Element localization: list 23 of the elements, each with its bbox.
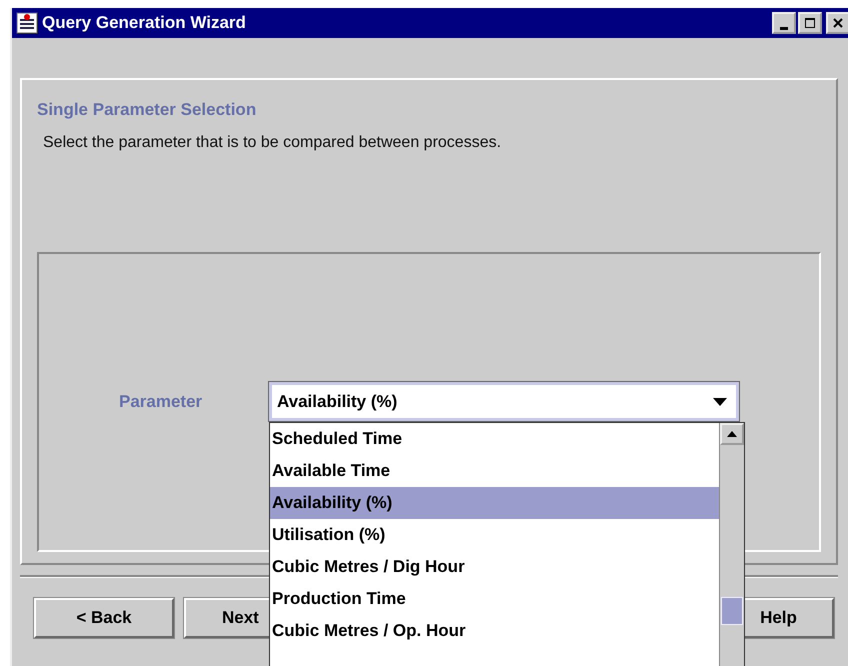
- scroll-thumb[interactable]: [721, 597, 743, 625]
- step-title: Single Parameter Selection: [37, 100, 258, 120]
- dropdown-arrow-icon: [712, 396, 728, 406]
- maximize-icon: [804, 17, 816, 29]
- dropdown-option[interactable]: Availability (%): [270, 487, 719, 519]
- dropdown-option[interactable]: Available Time: [270, 455, 719, 487]
- dropdown-option[interactable]: Utilisation (%): [270, 519, 719, 551]
- step-description: Select the parameter that is to be compared between processes.: [43, 134, 502, 152]
- close-icon: [832, 17, 844, 29]
- parameter-dropdown[interactable]: Availability (%): [269, 382, 739, 421]
- dropdown-option[interactable]: Scheduled Time: [270, 423, 719, 455]
- window-title: Query Generation Wizard: [42, 13, 247, 33]
- dropdown-option[interactable]: Cubic Metres / Dig Hour: [270, 551, 719, 583]
- minimize-button[interactable]: [772, 12, 796, 34]
- scroll-up-button[interactable]: [720, 423, 744, 445]
- app-icon: [16, 12, 38, 34]
- minimize-icon: [780, 26, 788, 30]
- maximize-button[interactable]: [798, 12, 822, 34]
- up-arrow-icon: [726, 430, 738, 438]
- wizard-button[interactable]: < Back: [34, 598, 174, 638]
- close-button[interactable]: [826, 12, 848, 34]
- scrollbar[interactable]: [719, 423, 744, 666]
- parameter-label: Parameter: [119, 392, 204, 412]
